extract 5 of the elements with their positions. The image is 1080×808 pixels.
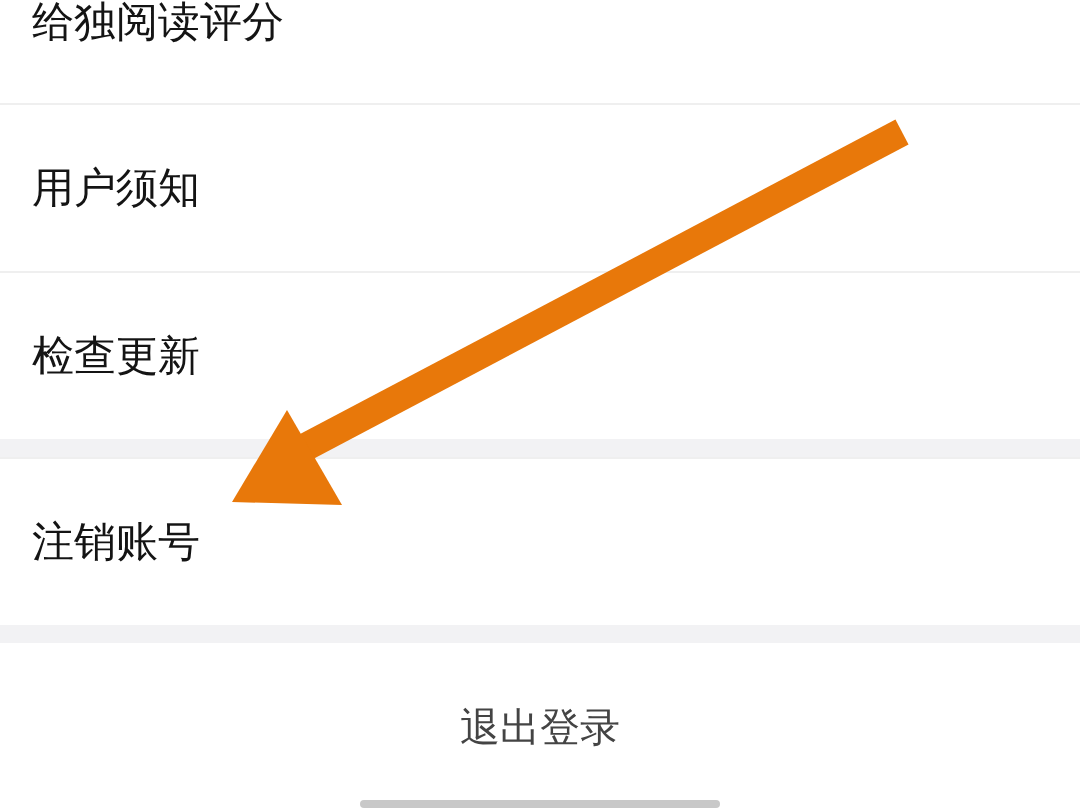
settings-item[interactable]: 注销账号	[32, 520, 200, 564]
settings-item[interactable]: 给独阅读评分	[32, 0, 284, 44]
logout-button[interactable]: 退出登录	[460, 705, 620, 749]
settings-item[interactable]: 用户须知	[32, 166, 200, 210]
settings-item[interactable]: 检查更新	[32, 334, 200, 378]
